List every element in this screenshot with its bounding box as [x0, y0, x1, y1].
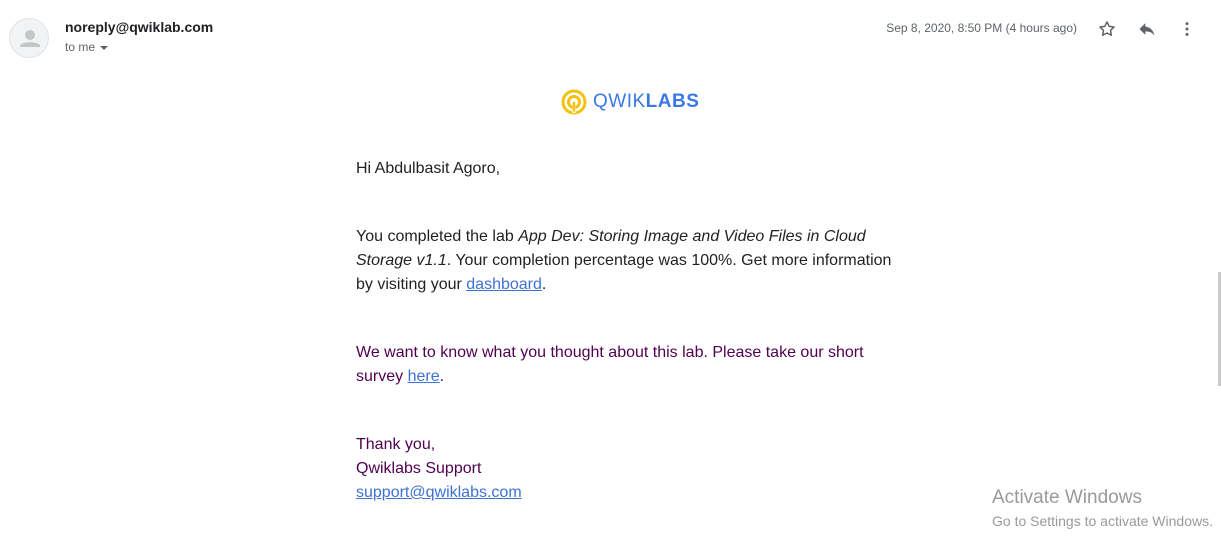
recipient-details-toggle[interactable]: to me [65, 40, 109, 54]
dashboard-link[interactable]: dashboard [466, 276, 542, 293]
reply-icon [1139, 23, 1155, 36]
recipient-label: to me [65, 40, 96, 54]
logo-word-light: QWIK [593, 91, 646, 112]
survey-text-end: . [439, 368, 445, 385]
completion-text-end: . [541, 276, 547, 293]
survey-paragraph: We want to know what you thought about t… [356, 341, 896, 389]
watermark-subtitle: Go to Settings to activate Windows. [992, 513, 1213, 529]
signoff-text: Thank you, [356, 436, 436, 453]
survey-link[interactable]: here [408, 368, 440, 385]
watermark-title: Activate Windows [992, 487, 1142, 508]
more-vert-icon [1185, 22, 1189, 36]
more-options-button[interactable] [1174, 16, 1200, 42]
team-name: Qwiklabs Support [356, 460, 482, 477]
logo-word-bold: LABS [645, 91, 700, 112]
windows-activation-watermark: Activate Windows Go to Settings to activ… [992, 486, 1213, 531]
chevron-down-icon [100, 45, 109, 50]
sender-email[interactable]: noreply@qwiklab.com [65, 19, 213, 35]
star-button[interactable] [1094, 16, 1120, 42]
logo-wordmark: QWIKLABS [593, 89, 699, 115]
email-body: Hi Abdulbasit Agoro, You completed the l… [356, 157, 896, 505]
qwiklabs-logo-icon [561, 89, 587, 115]
completion-paragraph: You completed the lab App Dev: Storing I… [356, 225, 896, 297]
greeting-text: Hi Abdulbasit Agoro, [356, 160, 501, 177]
sender-avatar[interactable] [9, 18, 49, 58]
star-icon [1099, 21, 1115, 36]
message-date: Sep 8, 2020, 8:50 PM (4 hours ago) [886, 21, 1077, 35]
reply-button[interactable] [1134, 16, 1160, 42]
default-avatar-icon [20, 30, 40, 47]
qwiklabs-logo: QWIKLABS [561, 89, 699, 115]
support-email-link[interactable]: support@qwiklabs.com [356, 484, 522, 501]
completion-text-start: You completed the lab [356, 228, 519, 245]
